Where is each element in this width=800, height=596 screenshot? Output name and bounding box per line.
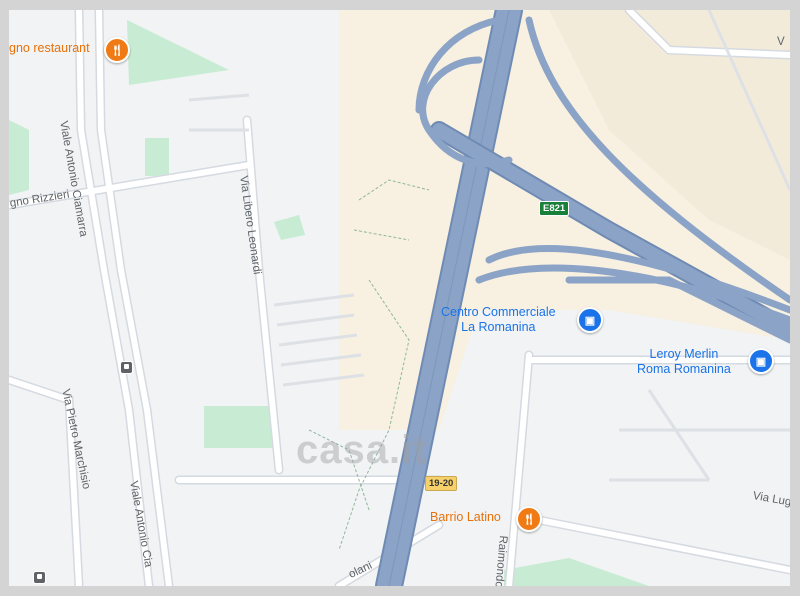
poi-label-leroy-merlin-line2: Roma Romanina — [637, 362, 731, 376]
park-area-bottom — [504, 558, 649, 586]
route-shield-e821: E821 — [539, 201, 570, 216]
park-area-top — [127, 20, 229, 85]
poi-label-centro-commerciale-line2: La Romanina — [461, 320, 536, 334]
map-base-layer — [9, 10, 790, 586]
bus-stop-icon[interactable] — [33, 571, 46, 584]
poi-label-leroy-merlin[interactable]: Leroy Merlin Roma Romanina — [637, 347, 731, 377]
poi-label-leroy-merlin-line1: Leroy Merlin — [649, 347, 719, 361]
fork-knife-icon[interactable]: 🍴︎ — [516, 506, 542, 532]
map-frame: Viale Antonio Ciamarra Viale Antonio Cia… — [0, 0, 800, 596]
park-area-west — [9, 120, 29, 195]
exit-shield-19-20: 19-20 — [425, 476, 458, 491]
shopping-bag-icon[interactable]: ▣ — [748, 348, 774, 374]
bus-stop-icon[interactable] — [120, 361, 133, 374]
shopping-bag-icon[interactable]: ▣ — [577, 307, 603, 333]
poi-label-centro-commerciale-line1: Centro Commerciale — [441, 305, 556, 319]
poi-label-restaurant-top[interactable]: gno restaurant — [9, 41, 90, 55]
fork-knife-icon[interactable]: 🍴︎ — [104, 37, 130, 63]
street-label-v-top-right: V — [777, 36, 785, 48]
map-canvas[interactable]: Viale Antonio Ciamarra Viale Antonio Cia… — [9, 10, 790, 586]
watermark-logo: casa.it — [296, 428, 428, 472]
park-area-south — [204, 406, 274, 448]
park-area-small — [145, 138, 169, 176]
poi-label-centro-commerciale[interactable]: Centro Commerciale La Romanina — [441, 305, 556, 335]
poi-label-barrio-latino[interactable]: Barrio Latino — [430, 510, 501, 524]
park-area-tiny — [274, 215, 305, 240]
